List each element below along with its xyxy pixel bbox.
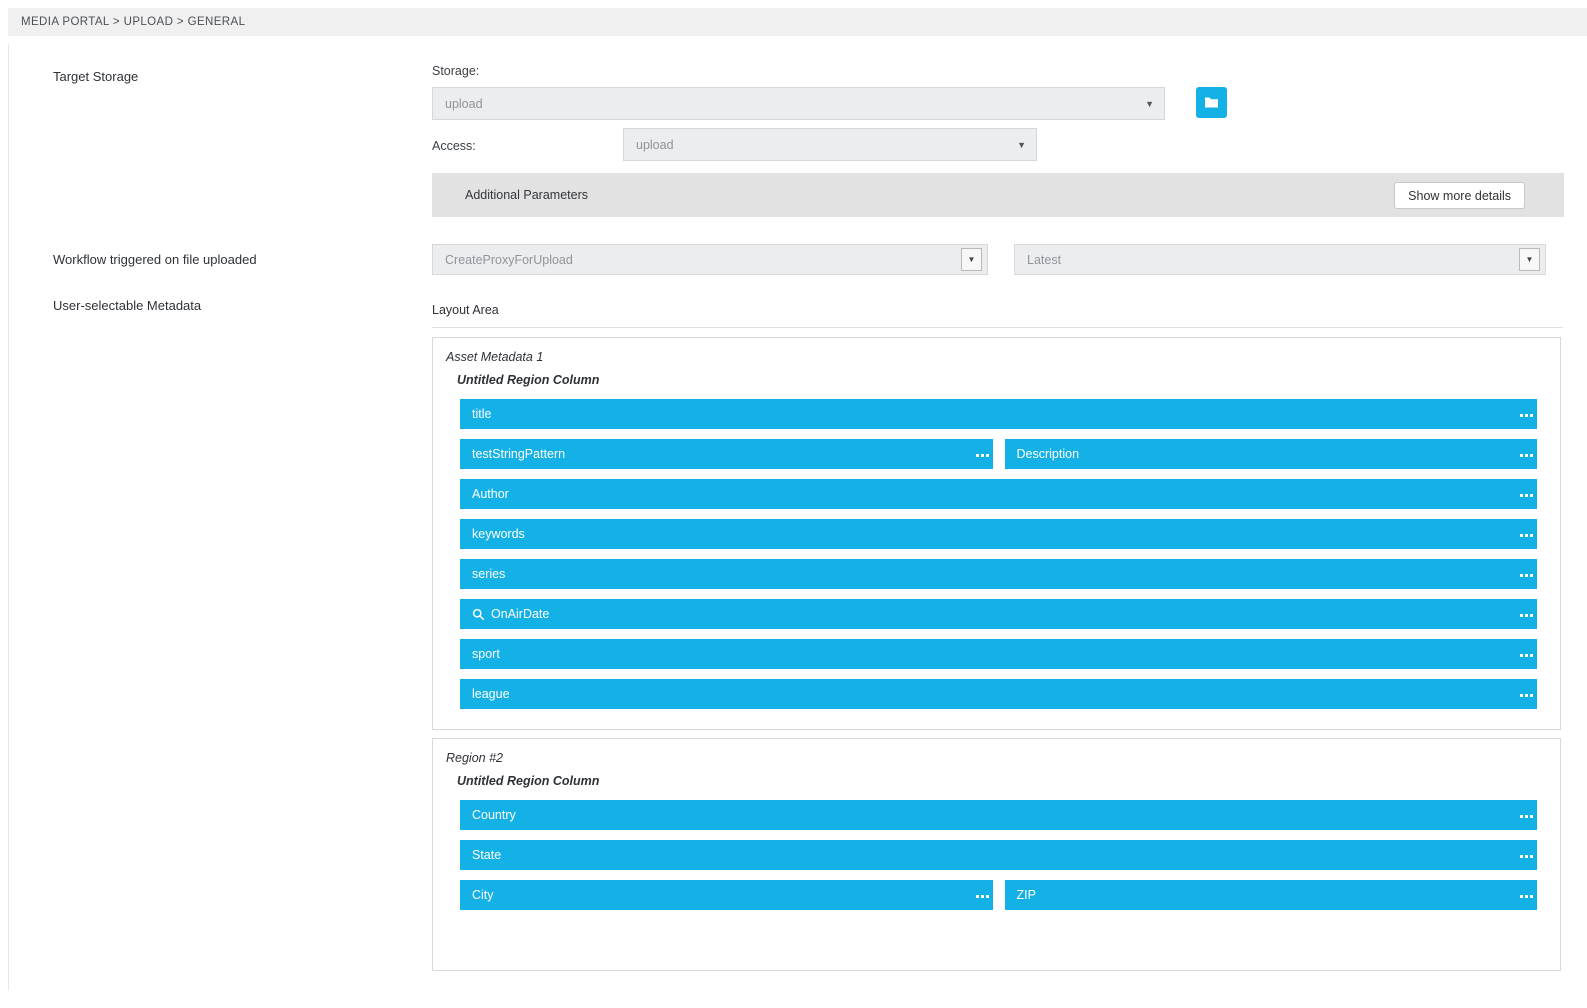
chip-row: OnAirDate	[460, 599, 1537, 629]
drag-handle-icon[interactable]	[1520, 895, 1523, 898]
chip-label: Author	[472, 487, 509, 501]
metadata-field-chip[interactable]: State	[460, 840, 1537, 870]
search-icon	[472, 608, 485, 621]
metadata-field-chip[interactable]: OnAirDate	[460, 599, 1537, 629]
metadata-field-chip[interactable]: ZIP	[1005, 880, 1538, 910]
chip-row: Author	[460, 479, 1537, 509]
access-select-value: upload	[636, 138, 674, 152]
chip-label: testStringPattern	[472, 447, 565, 461]
chip-label: OnAirDate	[491, 607, 549, 621]
upload-general-settings-page: MEDIA PORTAL > UPLOAD > GENERAL Target S…	[0, 0, 1587, 1008]
show-more-details-button[interactable]: Show more details	[1394, 182, 1525, 209]
workflow-version-select[interactable]: Latest ▼	[1014, 244, 1546, 275]
chip-label: State	[472, 848, 501, 862]
region-title: Region #2	[446, 751, 1560, 765]
chip-label: ZIP	[1017, 888, 1036, 902]
chip-row: State	[460, 840, 1537, 870]
access-field-label: Access:	[432, 139, 476, 153]
region-box: Asset Metadata 1 Untitled Region Column ti…	[432, 337, 1561, 730]
user-selectable-metadata-label: User-selectable Metadata	[53, 298, 201, 313]
layout-area: Asset Metadata 1 Untitled Region Column ti…	[432, 337, 1561, 979]
metadata-field-chip[interactable]: Description	[1005, 439, 1538, 469]
region-column-title: Untitled Region Column	[457, 373, 1560, 387]
metadata-field-chip[interactable]: league	[460, 679, 1537, 709]
chip-label: City	[472, 888, 494, 902]
storage-select[interactable]: upload ▼	[432, 87, 1165, 120]
additional-parameters-bar: Additional Parameters Show more details	[432, 173, 1564, 217]
metadata-field-chip[interactable]: City	[460, 880, 993, 910]
chip-label: keywords	[472, 527, 525, 541]
chip-label: title	[472, 407, 491, 421]
drag-handle-icon[interactable]	[1520, 534, 1523, 537]
target-storage-label: Target Storage	[53, 69, 138, 84]
chip-row: Country	[460, 800, 1537, 830]
drag-handle-icon[interactable]	[1520, 815, 1523, 818]
metadata-field-chip[interactable]: testStringPattern	[460, 439, 993, 469]
chip-row: City ZIP	[460, 880, 1537, 910]
drag-handle-icon[interactable]	[1520, 454, 1523, 457]
chip-row: league	[460, 679, 1537, 709]
access-select[interactable]: upload ▼	[623, 128, 1037, 161]
chip-row: sport	[460, 639, 1537, 669]
metadata-field-chip[interactable]: Country	[460, 800, 1537, 830]
layout-area-divider	[432, 327, 1563, 328]
region-column: Country State City ZIP	[433, 800, 1560, 910]
workflow-version-value: Latest	[1027, 253, 1061, 267]
drag-handle-icon[interactable]	[976, 454, 979, 457]
chip-row: testStringPattern Description	[460, 439, 1537, 469]
folder-icon	[1204, 96, 1219, 109]
drag-handle-icon[interactable]	[1520, 855, 1523, 858]
region-column-title: Untitled Region Column	[457, 774, 1560, 788]
drag-handle-icon[interactable]	[1520, 494, 1523, 497]
chip-label: Description	[1017, 447, 1080, 461]
breadcrumb: MEDIA PORTAL > UPLOAD > GENERAL	[8, 8, 1587, 36]
metadata-field-chip[interactable]: series	[460, 559, 1537, 589]
layout-area-label: Layout Area	[432, 303, 499, 317]
chip-label: series	[472, 567, 505, 581]
storage-field-label: Storage:	[432, 64, 479, 78]
metadata-field-chip[interactable]: sport	[460, 639, 1537, 669]
region-box: Region #2 Untitled Region Column Country St…	[432, 738, 1561, 971]
metadata-field-chip[interactable]: keywords	[460, 519, 1537, 549]
workflow-select[interactable]: CreateProxyForUpload ▼	[432, 244, 988, 275]
chevron-down-icon: ▼	[961, 248, 982, 271]
drag-handle-icon[interactable]	[1520, 574, 1523, 577]
additional-parameters-label: Additional Parameters	[465, 188, 588, 202]
chevron-down-icon: ▼	[1017, 140, 1026, 150]
region-title: Asset Metadata 1	[446, 350, 1560, 364]
workflow-select-value: CreateProxyForUpload	[445, 253, 573, 267]
drag-handle-icon[interactable]	[1520, 414, 1523, 417]
chip-row: keywords	[460, 519, 1537, 549]
metadata-field-chip[interactable]: Author	[460, 479, 1537, 509]
workflow-trigger-label: Workflow triggered on file uploaded	[53, 252, 257, 267]
chevron-down-icon: ▼	[1145, 99, 1154, 109]
drag-handle-icon[interactable]	[1520, 694, 1523, 697]
drag-handle-icon[interactable]	[1520, 654, 1523, 657]
chip-label: Country	[472, 808, 516, 822]
chip-row: series	[460, 559, 1537, 589]
chevron-down-icon: ▼	[1519, 248, 1540, 271]
chip-label: sport	[472, 647, 500, 661]
content-left-border	[8, 44, 9, 990]
browse-storage-button[interactable]	[1196, 87, 1227, 118]
chip-row: title	[460, 399, 1537, 429]
drag-handle-icon[interactable]	[976, 895, 979, 898]
region-column: title testStringPattern Description Author k…	[433, 399, 1560, 709]
drag-handle-icon[interactable]	[1520, 614, 1523, 617]
chip-label: league	[472, 687, 510, 701]
storage-select-value: upload	[445, 97, 483, 111]
metadata-field-chip[interactable]: title	[460, 399, 1537, 429]
